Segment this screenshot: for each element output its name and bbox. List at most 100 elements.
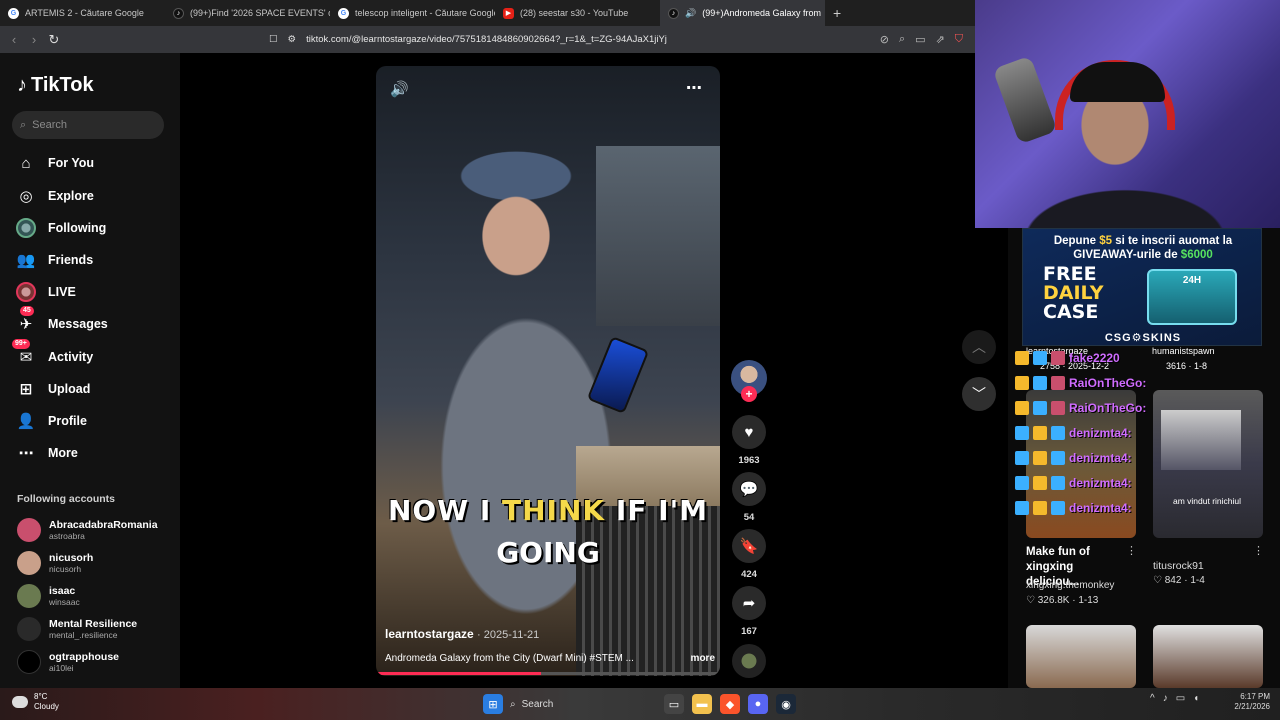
site-info-icon[interactable]: ⚙ [288, 34, 297, 45]
back-icon[interactable]: ‹ [4, 32, 24, 47]
taskbar-search-label: Search [521, 698, 554, 710]
next-video-button[interactable]: ﹀ [962, 377, 996, 411]
volume-icon[interactable]: 🔊 [390, 80, 409, 98]
video-phone [586, 335, 650, 415]
following-account[interactable]: nicusorh nicusorh [17, 548, 177, 578]
progress-fill [376, 672, 542, 675]
discord-icon[interactable]: ● [748, 694, 768, 714]
chevron-up-icon[interactable]: ^ [1150, 693, 1155, 704]
video-thumbnail[interactable]: am vindut rinichiul [1153, 390, 1263, 538]
music-disc-icon[interactable] [732, 644, 766, 678]
browser-tab-active[interactable]: ♪🔊(99+)Andromeda Galaxy from✕ [660, 0, 825, 26]
nav-upload[interactable]: ⊞ Upload [16, 378, 176, 400]
avatar [17, 584, 41, 608]
nav-explore[interactable]: ◎ Explore [16, 185, 176, 207]
more-options-icon[interactable]: ⋯ [686, 78, 702, 98]
nav-following[interactable]: Following [16, 217, 176, 239]
nav-label: More [48, 446, 78, 460]
prev-video-button[interactable]: ︿ [962, 330, 996, 364]
video-player[interactable]: 🔊 ⋯ NOW I THINK IF I'M GOING learntostar… [376, 66, 720, 676]
nav-label: LIVE [48, 285, 76, 299]
sound-icon[interactable]: ◖ [1193, 693, 1199, 704]
share-count: 167 [741, 626, 757, 637]
card2-meta: 3616 · 1-8 [1166, 361, 1208, 371]
nav-profile[interactable]: 👤 Profile [16, 410, 176, 432]
new-tab-button[interactable]: + [825, 5, 849, 21]
eye-off-icon[interactable]: ⊘ [880, 33, 889, 46]
task-view-icon[interactable]: ▭ [664, 694, 684, 714]
nav-live[interactable]: LIVE [16, 281, 176, 303]
browser-tab[interactable]: G ARTEMIS 2 - Căutare Google [0, 0, 165, 26]
chevron-up-icon: ︿ [972, 339, 986, 355]
cap [1070, 62, 1165, 102]
windows-start-icon[interactable]: ⊞ [483, 694, 503, 714]
video-progress-bar[interactable] [376, 672, 720, 675]
search-input[interactable]: ⌕ Search [12, 111, 164, 139]
nav-messages[interactable]: ✈ 45 Messages [16, 306, 176, 335]
ad-line2: GIVEAWAY-urile de $6000 [1073, 249, 1213, 261]
browser-tab[interactable]: Gtelescop inteligent - Căutare Google [330, 0, 495, 26]
follow-plus-icon[interactable]: + [741, 386, 757, 402]
nav-more[interactable]: ⋯ More [16, 442, 176, 464]
forward-icon[interactable]: › [24, 32, 44, 47]
following-account[interactable]: Mental Resilience mental_.resilience [17, 614, 177, 644]
nav-activity[interactable]: ✉ 99+ Activity [12, 339, 176, 368]
video-thumbnail[interactable] [1153, 625, 1263, 688]
chat-line: denizmta4: [1015, 501, 1132, 515]
more-link[interactable]: more [691, 653, 715, 664]
reload-icon[interactable]: ↻ [44, 32, 64, 48]
browser-tab[interactable]: ♪ (99+)Find '2026 SPACE EVENTS' on T [165, 0, 330, 26]
save-button[interactable]: 🔖 424 [730, 529, 768, 580]
brave-shield-icon[interactable]: ⛉ [955, 33, 963, 46]
chat-line: fake2220 [1015, 351, 1120, 365]
zoom-icon[interactable]: ⌕ [899, 33, 905, 46]
compass-icon: ◎ [19, 188, 33, 205]
chat-line: RaiOnTheGo: [1015, 376, 1146, 390]
brave-icon[interactable]: ◆ [720, 694, 740, 714]
avatar [17, 551, 41, 575]
following-avatar-icon [16, 218, 36, 238]
account-handle: nicusorh [49, 564, 82, 574]
chat-badge-icon [1015, 351, 1029, 365]
weather-widget[interactable]: 8°C Cloudy [12, 692, 59, 712]
following-account[interactable]: AbracadabraRomania astroabra [17, 515, 177, 545]
save-count: 424 [741, 569, 757, 580]
url-field[interactable]: tiktok.com/@learntostargaze/video/757518… [306, 34, 667, 45]
card4-more-icon[interactable]: ⋮ [1253, 544, 1264, 557]
video-author[interactable]: learntostargaze · 2025-11-21 [385, 627, 539, 641]
avatar [17, 617, 41, 641]
messages-icon: ✈ 45 [19, 306, 34, 333]
search-placeholder: Search [32, 119, 68, 131]
card2-author[interactable]: humanistspawn [1152, 346, 1215, 356]
share-button[interactable]: ➦ 167 [730, 586, 768, 637]
speaker-icon[interactable]: ♪ [1163, 693, 1168, 704]
card3-more-icon[interactable]: ⋮ [1126, 544, 1137, 557]
card4-author[interactable]: titusrock91 [1153, 560, 1204, 572]
bookmark-icon[interactable]: ☐ [269, 34, 278, 45]
tab-title: ARTEMIS 2 - Căutare Google [25, 8, 144, 18]
heart-icon: ♥ [732, 415, 766, 449]
share-icon[interactable]: ⇗ [936, 33, 945, 46]
network-icon[interactable]: ▭ [1176, 693, 1185, 704]
sponsor-overlay: Depune $5 si te inscrii auomat la GIVEAW… [1022, 228, 1262, 346]
activity-icon: ✉ 99+ [12, 339, 36, 367]
profile-icon: 👤 [16, 413, 36, 430]
following-account[interactable]: ogtrapphouse ai10lei [17, 647, 177, 677]
video-thumbnail[interactable] [1026, 625, 1136, 688]
nav-friends[interactable]: 👥 Friends [16, 249, 176, 271]
browser-tab[interactable]: ▶ (28) seestar s30 - YouTube [495, 0, 660, 26]
comment-button[interactable]: 💬 54 [730, 472, 768, 523]
nav-for-you[interactable]: ⌂ For You [16, 152, 176, 174]
steam-icon[interactable]: ◉ [776, 694, 796, 714]
google-icon: G [338, 7, 349, 19]
file-explorer-icon[interactable]: ▬ [692, 694, 712, 714]
taskbar-search[interactable]: ⌕ Search [510, 694, 600, 714]
nav-label: Messages [48, 317, 108, 331]
clock[interactable]: 6:17 PM 2/21/2026 [1228, 692, 1270, 712]
tiktok-logo[interactable]: ♪ TikTok [17, 74, 94, 97]
like-button[interactable]: ♥ 1963 [730, 415, 768, 466]
nav-label: Activity [48, 350, 94, 364]
cast-icon[interactable]: ▭ [915, 33, 925, 46]
card3-author[interactable]: xingxing.themonkey [1026, 580, 1114, 591]
following-account[interactable]: isaac winsaac [17, 581, 177, 611]
